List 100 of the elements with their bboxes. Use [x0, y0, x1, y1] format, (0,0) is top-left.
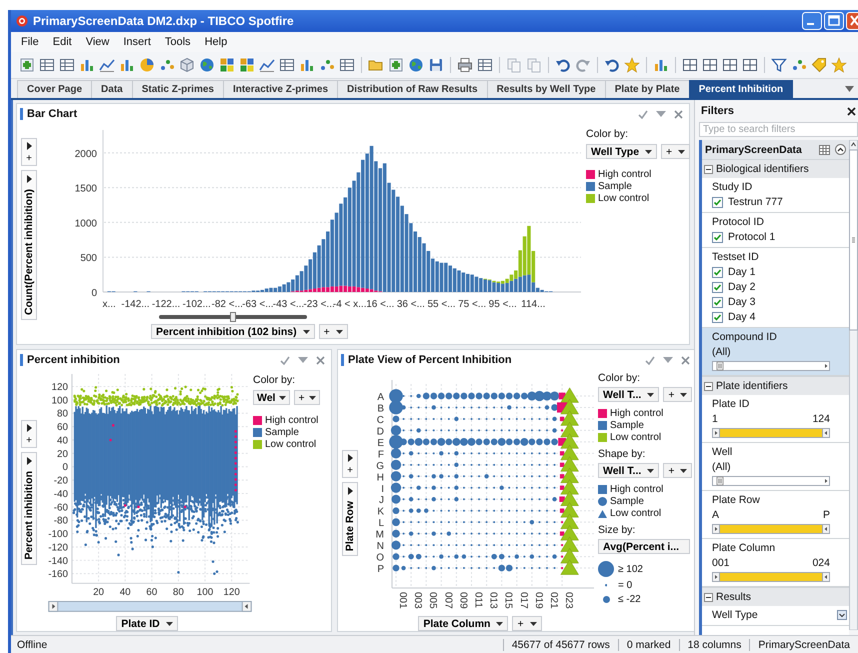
axis-tick-label: 80: [57, 408, 68, 420]
axis-tick-label: H: [376, 472, 384, 484]
axis-tick-label: N: [376, 541, 384, 552]
filter-label: Testset ID: [712, 251, 759, 263]
table-name: PrimaryScreenData: [705, 144, 802, 156]
axis-tick-label: -80: [54, 516, 68, 527]
range-max-label: P: [822, 509, 830, 521]
axis-tick-label: -40: [54, 488, 68, 500]
legend-label: High control: [598, 169, 652, 180]
panel-title: Percent inhibition: [20, 354, 120, 366]
option-label: Protocol 1: [728, 231, 776, 243]
filter-value: (All): [712, 461, 732, 473]
axis-tick-label: -122...: [152, 299, 180, 310]
legend-label: Low control: [598, 193, 650, 204]
filter-label: Well: [712, 446, 732, 458]
axis-tick-label: -82 <...: [212, 299, 243, 310]
axis-tick-label: M: [376, 530, 384, 541]
option-label: Testrun 777: [728, 196, 783, 208]
legend-heading: Color by:: [598, 372, 642, 384]
axis-tick-label: -4 < x...: [332, 299, 366, 310]
axis-tick-label: 011: [472, 592, 484, 608]
legend-label: Low control: [265, 439, 316, 450]
axis-tick-label: 1000: [74, 218, 97, 230]
axis-tick-label: -20: [54, 476, 68, 487]
axis-tick-label: 005: [427, 592, 438, 609]
option-label: Day 1: [728, 266, 756, 278]
range-min-label: 001: [712, 557, 730, 569]
axis-tick-label: 16 <...: [366, 299, 394, 310]
column-count: 18 columns: [678, 638, 750, 650]
axis-tick-label: 120: [52, 382, 68, 394]
axis-tick-label: -63 <...: [242, 299, 274, 310]
legend-label: High control: [265, 415, 318, 426]
axis-tick-label: I: [381, 484, 384, 495]
axis-tick-label: B: [377, 403, 384, 414]
axis-tick-label: 017: [518, 592, 529, 609]
axis-tick-label: C: [376, 414, 384, 426]
axis-tick-label: -23 <...: [303, 299, 335, 310]
axis-tick-label: -60: [54, 502, 68, 514]
axis-tick-label: G: [376, 460, 384, 472]
axis-tick-label: 60: [146, 587, 158, 598]
axis-tick-label: 120: [223, 587, 240, 598]
axis-tick-label: 2000: [74, 148, 97, 160]
axis-tick-label: 95 <...: [488, 299, 517, 310]
group-heading: Results: [716, 591, 752, 603]
filter-label: Plate Row: [712, 494, 760, 506]
legend-label: ≥ 102: [618, 564, 643, 574]
legend-label: Sample: [610, 496, 644, 507]
filter-label: Well Type: [712, 609, 758, 621]
group-heading: Biological identifiers: [716, 163, 809, 175]
filter-label: Protocol ID: [712, 216, 764, 228]
axis-tick-label: P: [377, 564, 384, 576]
legend-label: Sample: [598, 181, 632, 192]
axis-tick-label: 36 <...: [396, 299, 425, 310]
axis-tick-label: 100: [196, 587, 214, 598]
legend-label: ≤ -22: [618, 594, 641, 605]
axis-tick-label: -100: [48, 529, 68, 540]
option-label: Day 2: [728, 281, 756, 293]
axis-tick-label: 20: [93, 587, 104, 598]
filter-label: Plate Column: [712, 542, 776, 554]
axis-tick-label: x...: [102, 299, 116, 310]
axis-tick-label: L: [378, 518, 384, 530]
axis-tick-label: 75 <...: [458, 299, 486, 310]
axis-tick-label: -43 <...: [272, 299, 304, 310]
legend-label: Sample: [610, 420, 644, 431]
row-count: 45677 of 45677 rows: [502, 638, 618, 650]
axis-tick-label: 20: [57, 448, 68, 460]
legend-label: = 0: [618, 580, 632, 591]
legend-heading: Shape by:: [598, 448, 646, 460]
panel-title: Bar Chart: [20, 108, 78, 120]
legend-label: Low control: [610, 508, 662, 519]
legend-label: High control: [610, 484, 664, 495]
legend-label: Sample: [265, 427, 299, 438]
axis-tick-label: 015: [502, 592, 514, 609]
window-title: PrimaryScreenData DM2.dxp - TIBCO Spotfire: [33, 14, 294, 28]
axis-tick-label: 021: [548, 592, 559, 609]
group-heading: Plate identifiers: [716, 380, 788, 392]
marked-count: 0 marked: [618, 638, 679, 650]
axis-tick-label: 40: [57, 435, 68, 446]
axis-tick-label: -120: [48, 542, 68, 554]
status-text: Offline: [16, 638, 48, 650]
axis-tick-label: 80: [172, 587, 184, 598]
axis-tick-label: 019: [532, 592, 544, 609]
option-label: Day 3: [728, 296, 756, 308]
panel-title: Filters: [701, 105, 734, 117]
range-min-label: 1: [712, 413, 718, 425]
axis-tick-label: 009: [457, 592, 468, 609]
axis-tick-label: -160: [48, 569, 68, 580]
axis-tick-label: 1500: [74, 184, 97, 195]
axis-tick-label: -102...: [182, 299, 211, 310]
axis-tick-label: 003: [412, 592, 424, 609]
filter-label: Plate ID: [712, 398, 750, 410]
option-label: Day 4: [728, 311, 756, 323]
range-max-label: 124: [812, 413, 830, 425]
legend-heading: Color by:: [253, 374, 296, 386]
axis-tick-label: J: [379, 495, 384, 506]
legend-heading: Size by:: [598, 524, 636, 536]
axis-tick-label: 023: [563, 592, 574, 609]
filter-label: Compound ID: [712, 331, 777, 343]
axis-tick-label: -140: [48, 556, 68, 567]
axis-tick-label: 007: [442, 592, 454, 609]
